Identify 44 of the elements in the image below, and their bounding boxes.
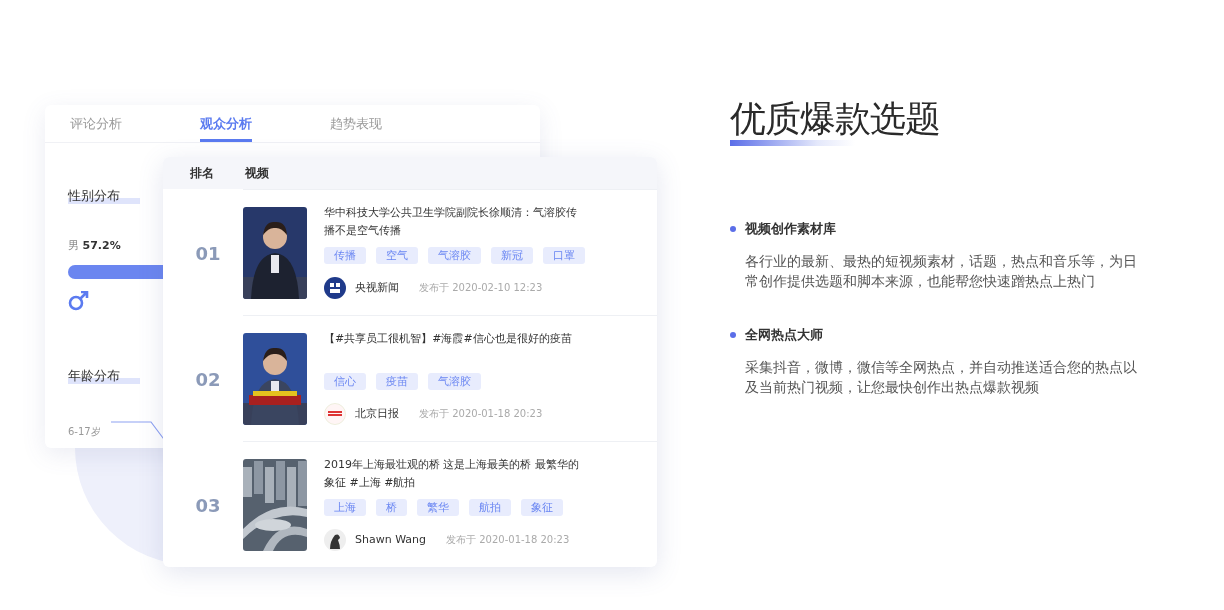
tag[interactable]: 传播: [324, 246, 366, 264]
feature-description: 各行业的最新、最热的短视频素材，话题，热点和音乐等，为日常创作提供选题和脚本来源，也能帮您快速蹭热点上热门: [745, 252, 1138, 291]
section-heading: 性别分布: [68, 187, 140, 205]
gender-label: 男 57.2%: [68, 238, 121, 253]
avatar-icon: [324, 276, 346, 299]
bullet-icon: [730, 332, 736, 338]
tab[interactable]: 观众分析: [200, 105, 330, 142]
tag[interactable]: 气溶胶: [428, 372, 481, 390]
male-icon: [68, 291, 90, 311]
tab[interactable]: 趋势表现: [330, 105, 460, 142]
avatar-icon: [324, 528, 346, 551]
feature-description: 采集抖音，微博，微信等全网热点，并自动推送适合您的热点以及当前热门视频，让您最快创作出热点爆款视频: [745, 358, 1138, 397]
tag[interactable]: 空气: [376, 246, 418, 264]
author-name: 央视新闻: [355, 280, 399, 295]
tag[interactable]: 新冠: [491, 246, 533, 264]
tag[interactable]: 桥: [376, 498, 407, 516]
rank-number: 01: [194, 242, 222, 263]
video-title[interactable]: 华中科技大学公共卫生学院副院长徐顺清：气溶胶传播不是空气传播: [324, 203, 580, 240]
video-title[interactable]: 2019年上海最壮观的桥 这是上海最美的桥 最繁华的象征 #上海 #航拍: [324, 455, 580, 492]
column-header: 视频: [245, 164, 269, 182]
rank-number: 02: [194, 368, 222, 389]
rank-number: 03: [194, 494, 222, 515]
tab[interactable]: 评论分析: [70, 105, 200, 142]
author-name: 北京日报: [355, 406, 399, 421]
section-heading: 年龄分布: [68, 367, 140, 385]
publish-date: 发布于 2020-01-18 20:23: [446, 532, 570, 547]
tag[interactable]: 航拍: [469, 498, 511, 516]
tag[interactable]: 疫苗: [376, 372, 418, 390]
tag[interactable]: 象征: [521, 498, 563, 516]
age-range-label: 6-17岁: [68, 425, 101, 439]
feature-title: 视频创作素材库: [745, 220, 836, 238]
tag[interactable]: 上海: [324, 498, 366, 516]
column-header: 排名: [190, 164, 215, 182]
publish-date: 发布于 2020-01-18 20:23: [419, 406, 543, 421]
tag[interactable]: 繁华: [417, 498, 459, 516]
tag[interactable]: 信心: [324, 372, 366, 390]
publish-date: 发布于 2020-02-10 12:23: [419, 280, 543, 295]
video-title[interactable]: 【#共享员工很机智】#海霞#信心也是很好的疫苗: [324, 329, 580, 366]
feature-title: 全网热点大师: [745, 326, 823, 344]
author-name: Shawn Wang: [355, 533, 427, 546]
tag[interactable]: 气溶胶: [428, 246, 481, 264]
avatar-icon: [324, 402, 346, 425]
bullet-icon: [730, 226, 736, 232]
tag[interactable]: 口罩: [543, 246, 585, 264]
